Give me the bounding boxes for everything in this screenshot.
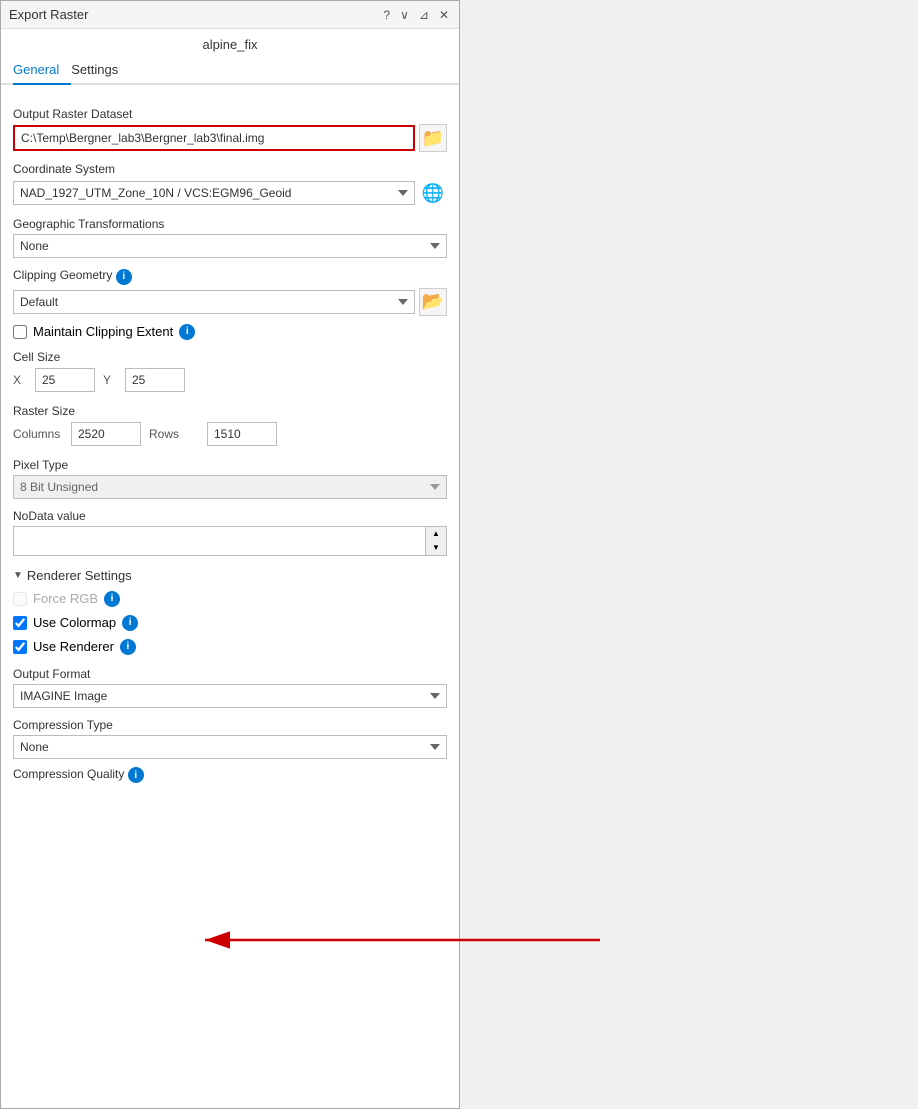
compression-quality-label: Compression Quality i <box>13 767 447 784</box>
output-format-label: Output Format <box>13 667 447 681</box>
raster-size-label: Raster Size <box>13 404 447 418</box>
maintain-clipping-label: Maintain Clipping Extent <box>33 324 173 339</box>
geo-transform-label: Geographic Transformations <box>13 217 447 231</box>
use-renderer-row: Use Renderer i <box>13 639 447 655</box>
nodata-increment-button[interactable]: ▲ <box>426 527 446 541</box>
use-colormap-info-icon[interactable]: i <box>122 615 138 631</box>
cell-y-input[interactable] <box>125 368 185 392</box>
maintain-clipping-info-icon[interactable]: i <box>179 324 195 340</box>
maintain-clipping-checkbox[interactable] <box>13 325 27 339</box>
nodata-label: NoData value <box>13 509 447 523</box>
clipping-geometry-info-icon[interactable]: i <box>116 269 132 285</box>
help-button[interactable]: ? <box>381 8 392 22</box>
force-rgb-checkbox[interactable] <box>13 592 27 606</box>
force-rgb-row: Force RGB i <box>13 591 447 607</box>
annotation-arrow <box>200 935 700 995</box>
clipping-geometry-row: Default 📂 <box>13 288 447 316</box>
use-renderer-info-icon[interactable]: i <box>120 639 136 655</box>
coordinate-system-label: Coordinate System <box>13 162 447 176</box>
title-controls: ? ∨ ⊿ ✕ <box>381 8 451 22</box>
raster-size-row: Columns Rows <box>13 422 447 446</box>
folder-icon: 📂 <box>422 291 444 312</box>
rows-label: Rows <box>149 427 199 441</box>
rows-input[interactable] <box>207 422 277 446</box>
cell-size-row: X Y <box>13 368 447 392</box>
pixel-type-select: 8 Bit Unsigned <box>13 475 447 499</box>
use-colormap-checkbox[interactable] <box>13 616 27 630</box>
output-raster-label: Output Raster Dataset <box>13 107 447 121</box>
clipping-geometry-label: Clipping Geometry i <box>13 268 447 285</box>
output-format-select[interactable]: IMAGINE Image <box>13 684 447 708</box>
nodata-decrement-button[interactable]: ▼ <box>426 541 446 555</box>
use-colormap-label: Use Colormap <box>33 615 116 630</box>
renderer-chevron-icon: ▼ <box>13 570 23 581</box>
geo-transform-select[interactable]: None <box>13 234 447 258</box>
cell-y-label: Y <box>103 373 117 387</box>
pin-button[interactable]: ⊿ <box>417 8 431 22</box>
output-format-row: IMAGINE Image <box>13 684 447 708</box>
clipping-geometry-select[interactable]: Default <box>13 290 415 314</box>
output-raster-row: 📁 <box>13 124 447 152</box>
dialog-title: Export Raster <box>9 7 88 22</box>
renderer-settings-header[interactable]: ▼ Renderer Settings <box>13 568 447 583</box>
cell-size-label: Cell Size <box>13 350 447 364</box>
title-bar: Export Raster ? ∨ ⊿ ✕ <box>1 1 459 29</box>
tabs-container: General Settings <box>1 56 459 85</box>
tab-settings[interactable]: Settings <box>71 56 130 85</box>
pixel-type-label: Pixel Type <box>13 458 447 472</box>
cell-x-label: X <box>13 373 27 387</box>
compression-type-label: Compression Type <box>13 718 447 732</box>
form-content: Output Raster Dataset 📁 Coordinate Syste… <box>1 97 459 798</box>
nodata-input-row: ▲ ▼ <box>13 526 447 556</box>
maintain-clipping-row: Maintain Clipping Extent i <box>13 324 447 340</box>
columns-label: Columns <box>13 427 63 441</box>
close-button[interactable]: ✕ <box>437 8 451 22</box>
compression-quality-info-icon[interactable]: i <box>128 767 144 783</box>
use-colormap-row: Use Colormap i <box>13 615 447 631</box>
dialog-subtitle: alpine_fix <box>1 29 459 56</box>
output-raster-input[interactable] <box>13 125 415 151</box>
use-renderer-checkbox[interactable] <box>13 640 27 654</box>
use-renderer-label: Use Renderer <box>33 639 114 654</box>
force-rgb-label: Force RGB <box>33 591 98 606</box>
coordinate-globe-button[interactable]: 🌐 <box>419 179 447 207</box>
nodata-input[interactable] <box>14 527 425 555</box>
output-raster-browse-button[interactable]: 📁 <box>419 124 447 152</box>
nodata-spinners: ▲ ▼ <box>425 527 446 555</box>
columns-input[interactable] <box>71 422 141 446</box>
cell-x-input[interactable] <box>35 368 95 392</box>
coordinate-system-row: NAD_1927_UTM_Zone_10N / VCS:EGM96_Geoid … <box>13 179 447 207</box>
coordinate-system-select[interactable]: NAD_1927_UTM_Zone_10N / VCS:EGM96_Geoid <box>13 181 415 205</box>
compression-type-select[interactable]: None <box>13 735 447 759</box>
force-rgb-info-icon[interactable]: i <box>104 591 120 607</box>
clipping-geometry-browse-button[interactable]: 📂 <box>419 288 447 316</box>
add-folder-icon: 📁 <box>422 128 444 149</box>
renderer-settings-label: Renderer Settings <box>27 568 132 583</box>
tab-general[interactable]: General <box>13 56 71 85</box>
collapse-button[interactable]: ∨ <box>398 8 411 22</box>
